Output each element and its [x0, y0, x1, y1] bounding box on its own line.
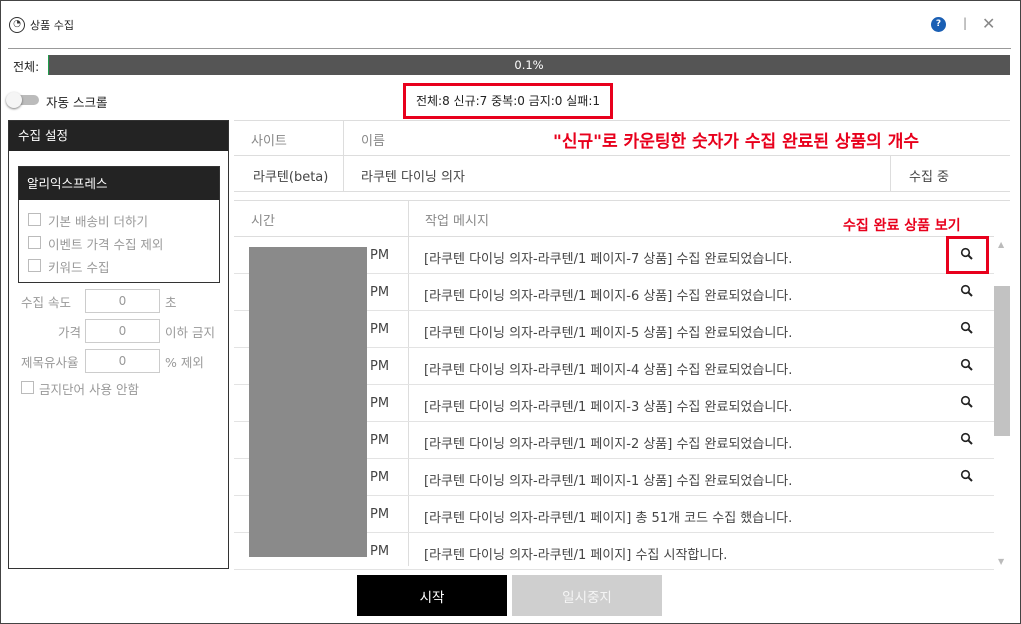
log-message: [라쿠텐 다이닝 의자-라쿠텐/1 페이지-1 상품] 수집 완료되었습니다. — [424, 474, 793, 489]
start-button[interactable]: 시작 — [357, 575, 507, 616]
scroll-up-icon[interactable]: ▲ — [998, 240, 1004, 249]
search-icon[interactable] — [960, 469, 974, 483]
log-message: [라쿠텐 다이닝 의자-라쿠텐/1 페이지-4 상품] 수집 완료되었습니다. — [424, 363, 793, 378]
price-label: 가격 — [58, 325, 82, 340]
log-message: [라쿠텐 다이닝 의자-라쿠텐/1 페이지-2 상품] 수집 완료되었습니다. — [424, 437, 793, 452]
app-logo-icon: ◔ — [9, 17, 25, 33]
exclude-event-price-checkbox[interactable] — [28, 236, 41, 249]
progress-label: 전체: — [13, 60, 40, 74]
log-time: PM — [370, 470, 390, 485]
scroll-thumb[interactable] — [994, 286, 1010, 436]
status-col-divider — [890, 155, 891, 192]
log-message: [라쿠텐 다이닝 의자-라쿠텐/1 페이지-7 상품] 수집 완료되었습니다. — [424, 252, 793, 267]
price-unit: 이하 금지 — [165, 325, 215, 340]
toggle-knob — [6, 92, 22, 108]
title-divider — [8, 48, 1011, 49]
message-header: 작업 메시지 — [425, 214, 489, 229]
search-icon[interactable] — [960, 395, 974, 409]
log-time: PM — [370, 285, 390, 300]
log-message: [라쿠텐 다이닝 의자-라쿠텐/1 페이지-3 상품] 수집 완료되었습니다. — [424, 400, 793, 415]
close-icon[interactable]: ✕ — [982, 14, 995, 33]
auto-scroll-toggle[interactable] — [6, 92, 39, 108]
speed-unit: 초 — [165, 295, 177, 310]
help-icon[interactable]: ? — [931, 17, 946, 32]
log-time: PM — [370, 248, 390, 263]
search-icon[interactable] — [960, 432, 974, 446]
name-cell: 라쿠텐 다이닝 의자 — [361, 170, 465, 185]
time-redaction-block — [249, 247, 367, 557]
title-similarity-unit: % 제외 — [165, 355, 204, 370]
log-message: [라쿠텐 다이닝 의자-라쿠텐/1 페이지-6 상품] 수집 완료되었습니다. — [424, 289, 793, 304]
base-shipping-checkbox[interactable] — [28, 213, 41, 226]
log-time: PM — [370, 396, 390, 411]
title-separator: | — [963, 16, 968, 30]
search-icon[interactable] — [960, 321, 974, 335]
log-message: [라쿠텐 다이닝 의자-라쿠텐/1 페이지] 총 51개 코드 수집 했습니다. — [424, 511, 793, 526]
log-time: PM — [370, 322, 390, 337]
log-time: PM — [370, 433, 390, 448]
stats-summary: 전체:8 신규:7 중복:0 금지:0 실패:1 — [403, 83, 613, 119]
log-message: [라쿠텐 다이닝 의자-라쿠텐/1 페이지-5 상품] 수집 완료되었습니다. — [424, 326, 793, 341]
search-icon[interactable] — [960, 358, 974, 372]
auto-scroll-label: 자동 스크롤 — [46, 95, 108, 110]
site-header: 사이트 — [251, 134, 287, 149]
site-cell: 라쿠텐(beta) — [253, 170, 329, 185]
progress-bar: 0.1% — [48, 55, 1010, 75]
scroll-down-icon[interactable]: ▼ — [998, 557, 1004, 566]
site-col-divider — [343, 120, 344, 192]
pause-button[interactable]: 일시중지 — [512, 575, 662, 616]
log-time: PM — [370, 507, 390, 522]
log-time: PM — [370, 544, 390, 559]
count-annotation: "신규"로 카운팅한 숫자가 수집 완료된 상품의 개수 — [553, 132, 920, 152]
site-table-divider — [234, 155, 1010, 156]
keyword-collect-checkbox[interactable] — [28, 259, 41, 272]
base-shipping-label: 기본 배송비 더하기 — [48, 214, 148, 229]
speed-input[interactable]: 0 — [85, 289, 160, 313]
speed-label: 수집 속도 — [21, 295, 71, 310]
status-cell: 수집 중 — [909, 170, 950, 185]
name-header: 이름 — [361, 134, 385, 149]
search-icon[interactable] — [960, 284, 974, 298]
progress-text: 0.1% — [514, 58, 544, 72]
view-annotation: 수집 완료 상품 보기 — [843, 218, 961, 234]
window-title: 상품 수집 — [30, 19, 74, 32]
search-highlight-box — [946, 236, 989, 274]
exclude-event-price-label: 이벤트 가격 수집 제외 — [48, 237, 164, 252]
log-time: PM — [370, 359, 390, 374]
keyword-collect-label: 키워드 수집 — [48, 260, 110, 275]
title-similarity-label: 제목유사율 — [21, 355, 79, 370]
banned-words-label: 금지단어 사용 안함 — [39, 382, 139, 397]
banned-words-checkbox[interactable] — [21, 381, 34, 394]
price-input[interactable]: 0 — [85, 319, 160, 343]
settings-panel-header: 수집 설정 — [9, 121, 228, 151]
log-message: [라쿠텐 다이닝 의자-라쿠텐/1 페이지] 수집 시작합니다. — [424, 548, 728, 563]
time-header: 시간 — [251, 214, 275, 229]
title-similarity-input[interactable]: 0 — [85, 349, 160, 373]
aliexpress-header: 알리익스프레스 — [19, 167, 219, 200]
